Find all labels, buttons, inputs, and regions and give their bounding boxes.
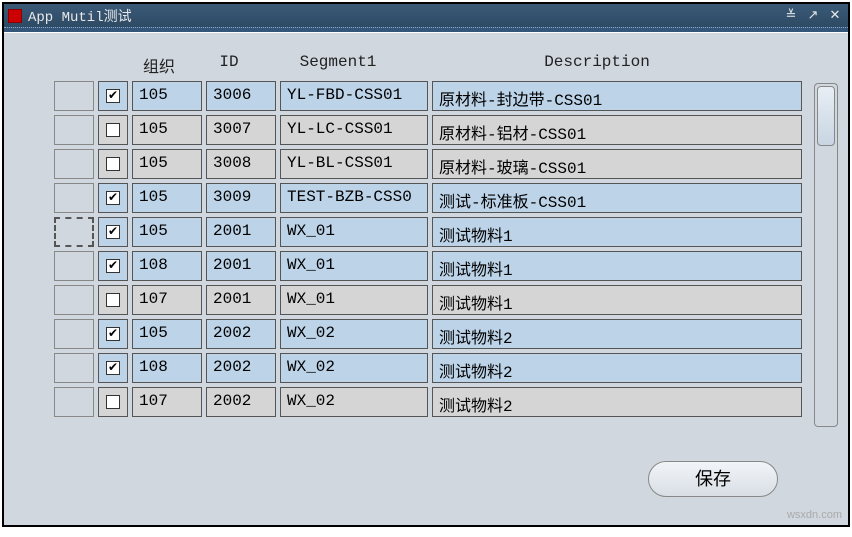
- minimize-button[interactable]: ≚: [782, 8, 800, 24]
- table-row: ✔ 1082001WX_01测试物料1: [54, 251, 802, 281]
- cell-id[interactable]: 2002: [206, 353, 276, 383]
- table-row: 1053008YL-BL-CSS01原材料-玻璃-CSS01: [54, 149, 802, 179]
- cell-desc[interactable]: 测试物料2: [432, 353, 802, 383]
- scroll-thumb[interactable]: [817, 86, 835, 146]
- cell-org[interactable]: 107: [132, 387, 202, 417]
- cell-segment[interactable]: TEST-BZB-CSS0: [280, 183, 428, 213]
- table-row: 1072001WX_01测试物料1: [54, 285, 802, 315]
- header-segment: Segment1: [264, 53, 412, 77]
- row-checkbox[interactable]: [98, 387, 128, 417]
- header-org: 组织: [124, 53, 194, 77]
- cell-org[interactable]: 107: [132, 285, 202, 315]
- vertical-scrollbar[interactable]: [814, 83, 838, 427]
- cell-id[interactable]: 3008: [206, 149, 276, 179]
- header-desc: Description: [412, 53, 782, 77]
- row-checkbox[interactable]: [98, 149, 128, 179]
- cell-org[interactable]: 105: [132, 115, 202, 145]
- row-checkbox[interactable]: ✔: [98, 319, 128, 349]
- checkbox-icon: ✔: [106, 361, 120, 375]
- row-marker[interactable]: [54, 319, 94, 349]
- cell-segment[interactable]: WX_01: [280, 285, 428, 315]
- checkbox-icon: [106, 123, 120, 137]
- titlebar: App Mutil测试 ≚ ↗ ✕: [4, 4, 848, 28]
- row-marker[interactable]: [54, 353, 94, 383]
- row-marker[interactable]: [54, 115, 94, 145]
- cell-org[interactable]: 108: [132, 353, 202, 383]
- checkbox-icon: ✔: [106, 191, 120, 205]
- cell-org[interactable]: 105: [132, 217, 202, 247]
- row-marker[interactable]: [54, 217, 94, 247]
- cell-org[interactable]: 105: [132, 319, 202, 349]
- table-row: ✔ 1053006YL-FBD-CSS01原材料-封边带-CSS01: [54, 81, 802, 111]
- row-marker[interactable]: [54, 285, 94, 315]
- cell-desc[interactable]: 原材料-玻璃-CSS01: [432, 149, 802, 179]
- checkbox-icon: ✔: [106, 327, 120, 341]
- window-title: App Mutil测试: [28, 6, 132, 26]
- table-row: 1053007YL-LC-CSS01原材料-铝材-CSS01: [54, 115, 802, 145]
- cell-desc[interactable]: 测试物料2: [432, 319, 802, 349]
- checkbox-icon: [106, 395, 120, 409]
- cell-id[interactable]: 3007: [206, 115, 276, 145]
- watermark: wsxdn.com: [787, 509, 842, 521]
- table-row: ✔ 1053009TEST-BZB-CSS0测试-标准板-CSS01: [54, 183, 802, 213]
- table-row: 1072002WX_02测试物料2: [54, 387, 802, 417]
- row-checkbox[interactable]: ✔: [98, 353, 128, 383]
- cell-segment[interactable]: WX_01: [280, 217, 428, 247]
- cell-segment[interactable]: WX_02: [280, 387, 428, 417]
- cell-segment[interactable]: WX_02: [280, 319, 428, 349]
- cell-desc[interactable]: 测试物料2: [432, 387, 802, 417]
- cell-id[interactable]: 3009: [206, 183, 276, 213]
- cell-org[interactable]: 105: [132, 81, 202, 111]
- row-checkbox[interactable]: [98, 115, 128, 145]
- grid-headers: 组织 ID Segment1 Description: [54, 53, 802, 77]
- cell-id[interactable]: 2002: [206, 387, 276, 417]
- cell-org[interactable]: 105: [132, 149, 202, 179]
- app-window: App Mutil测试 ≚ ↗ ✕ 组织 ID Segment1 Descrip…: [2, 2, 850, 527]
- table-row: ✔ 1052001WX_01测试物料1: [54, 217, 802, 247]
- cell-desc[interactable]: 测试-标准板-CSS01: [432, 183, 802, 213]
- data-grid: 组织 ID Segment1 Description ✔1053006YL-FB…: [54, 53, 838, 427]
- cell-segment[interactable]: YL-LC-CSS01: [280, 115, 428, 145]
- row-marker[interactable]: [54, 183, 94, 213]
- row-checkbox[interactable]: ✔: [98, 81, 128, 111]
- checkbox-icon: [106, 157, 120, 171]
- cell-desc[interactable]: 原材料-铝材-CSS01: [432, 115, 802, 145]
- window-body: 组织 ID Segment1 Description ✔1053006YL-FB…: [4, 32, 848, 525]
- close-button[interactable]: ✕: [826, 8, 844, 24]
- checkbox-icon: ✔: [106, 89, 120, 103]
- row-marker[interactable]: [54, 149, 94, 179]
- checkbox-icon: ✔: [106, 259, 120, 273]
- cell-desc[interactable]: 测试物料1: [432, 285, 802, 315]
- row-marker[interactable]: [54, 251, 94, 281]
- row-checkbox[interactable]: ✔: [98, 183, 128, 213]
- cell-desc[interactable]: 测试物料1: [432, 251, 802, 281]
- cell-org[interactable]: 105: [132, 183, 202, 213]
- cell-id[interactable]: 2001: [206, 251, 276, 281]
- cell-id[interactable]: 3006: [206, 81, 276, 111]
- cell-org[interactable]: 108: [132, 251, 202, 281]
- row-marker[interactable]: [54, 387, 94, 417]
- table-row: ✔ 1052002WX_02测试物料2: [54, 319, 802, 349]
- row-marker[interactable]: [54, 81, 94, 111]
- checkbox-icon: ✔: [106, 225, 120, 239]
- restore-button[interactable]: ↗: [804, 8, 822, 24]
- row-checkbox[interactable]: [98, 285, 128, 315]
- row-checkbox[interactable]: ✔: [98, 217, 128, 247]
- cell-segment[interactable]: YL-FBD-CSS01: [280, 81, 428, 111]
- cell-id[interactable]: 2001: [206, 217, 276, 247]
- cell-segment[interactable]: WX_02: [280, 353, 428, 383]
- table-row: ✔ 1082002WX_02测试物料2: [54, 353, 802, 383]
- save-button[interactable]: 保存: [648, 461, 778, 497]
- row-checkbox[interactable]: ✔: [98, 251, 128, 281]
- cell-desc[interactable]: 原材料-封边带-CSS01: [432, 81, 802, 111]
- header-id: ID: [194, 53, 264, 77]
- cell-id[interactable]: 2001: [206, 285, 276, 315]
- cell-desc[interactable]: 测试物料1: [432, 217, 802, 247]
- checkbox-icon: [106, 293, 120, 307]
- cell-segment[interactable]: WX_01: [280, 251, 428, 281]
- cell-id[interactable]: 2002: [206, 319, 276, 349]
- cell-segment[interactable]: YL-BL-CSS01: [280, 149, 428, 179]
- app-icon: [8, 9, 22, 23]
